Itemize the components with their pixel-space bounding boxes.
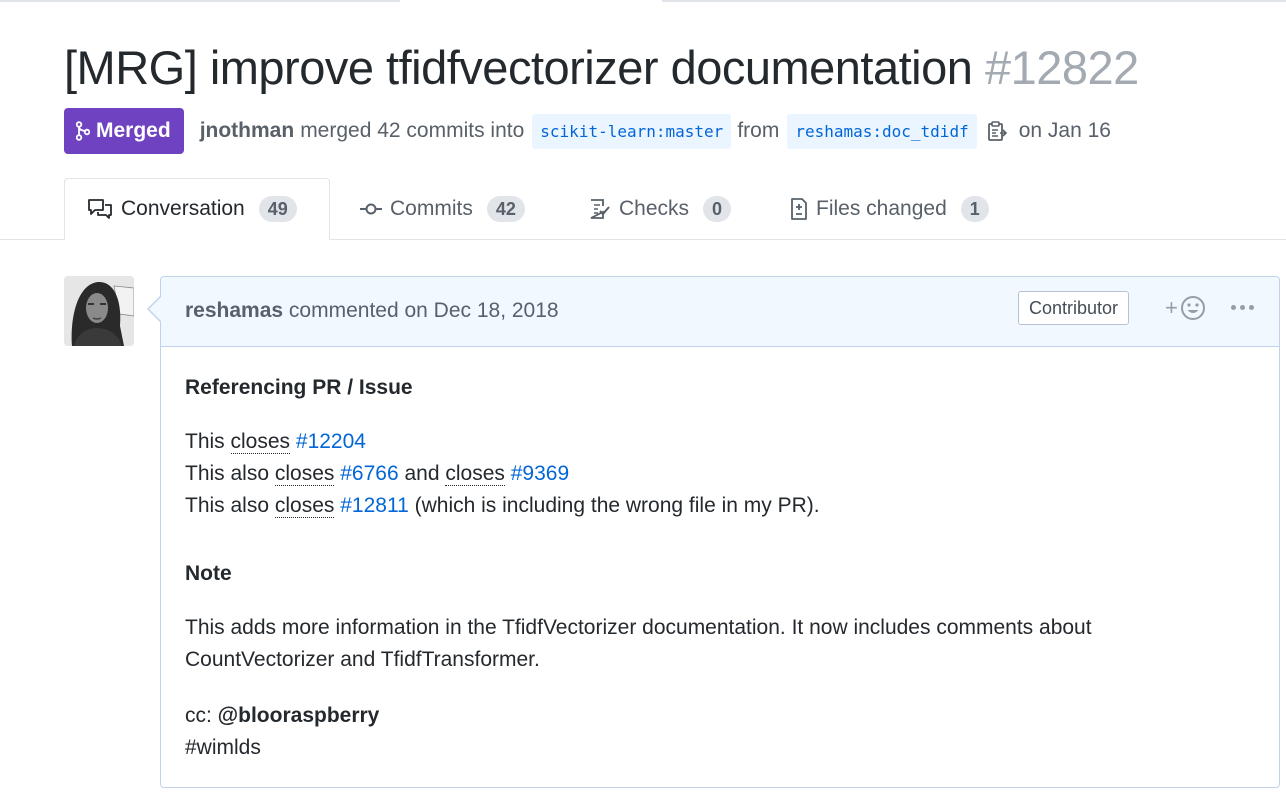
user-mention[interactable]: @blooraspberry bbox=[218, 704, 380, 727]
tab-checks-label: Checks bbox=[619, 197, 690, 220]
line3-prefix: This also bbox=[185, 494, 275, 517]
closes-keyword: closes bbox=[274, 462, 335, 486]
heading-referencing: Referencing PR / Issue bbox=[185, 376, 413, 399]
comment-meta: reshamas commented on Dec 18, 2018 bbox=[185, 299, 559, 323]
pr-title: [MRG] improve tfidfvectorizer documentat… bbox=[64, 40, 1139, 95]
comment-box: reshamas commented on Dec 18, 2018 Contr… bbox=[147, 276, 1280, 788]
base-branch[interactable]: scikit-learn:master bbox=[532, 113, 732, 149]
tab-conversation-label: Conversation bbox=[121, 197, 245, 220]
tab-files-changed[interactable]: Files changed 1 bbox=[790, 178, 989, 240]
tab-conversation-count: 49 bbox=[258, 196, 297, 222]
line2-and: and bbox=[398, 462, 446, 485]
tab-commits-count: 42 bbox=[486, 196, 525, 222]
merged-label: Merged bbox=[96, 119, 171, 142]
issue-link-12204[interactable]: #12204 bbox=[296, 430, 366, 453]
file-diff-icon bbox=[791, 198, 807, 220]
comment-body: Referencing PR / Issue This closes #1220… bbox=[185, 372, 1092, 764]
git-commit-icon bbox=[360, 203, 382, 215]
more-options-icon[interactable] bbox=[1231, 305, 1254, 310]
tab-checks[interactable]: Checks 0 bbox=[589, 178, 732, 240]
merged-date: on Jan 16 bbox=[1018, 119, 1111, 142]
checklist-icon bbox=[590, 199, 610, 219]
pr-meta: Merged jnothman merged 42 commits into s… bbox=[64, 108, 1111, 154]
body-line-2: This also closes #6766 and closes #9369 bbox=[185, 458, 1092, 490]
smiley-icon bbox=[1180, 296, 1205, 320]
from-text: from bbox=[737, 119, 780, 142]
head-branch[interactable]: reshamas:doc_tdidf bbox=[787, 113, 977, 149]
closes-keyword: closes bbox=[274, 494, 335, 518]
clipboard-icon[interactable] bbox=[987, 120, 1007, 142]
pr-number: #12822 bbox=[984, 41, 1139, 94]
issue-link-6766[interactable]: #6766 bbox=[340, 462, 398, 485]
merged-by-user[interactable]: jnothman bbox=[200, 119, 295, 143]
issue-link-9369[interactable]: #9369 bbox=[511, 462, 569, 485]
pr-title-text: [MRG] improve tfidfvectorizer documentat… bbox=[64, 41, 973, 94]
note-paragraph-line-1: This adds more information in the TfidfV… bbox=[185, 616, 1092, 639]
heading-note: Note bbox=[185, 562, 232, 585]
closes-keyword: closes bbox=[230, 430, 291, 454]
line1-prefix: This bbox=[185, 430, 231, 453]
tab-files-changed-label: Files changed bbox=[816, 197, 947, 220]
tab-commits-label: Commits bbox=[390, 197, 473, 220]
cc-line: cc: @blooraspberry bbox=[185, 700, 1092, 732]
merged-badge: Merged bbox=[64, 108, 184, 154]
add-reaction-button[interactable]: + bbox=[1165, 295, 1206, 321]
merged-text: merged 42 commits into bbox=[300, 119, 525, 142]
closes-keyword: closes bbox=[445, 462, 505, 486]
body-line-3: This also closes #12811 (which is includ… bbox=[185, 490, 1092, 522]
tab-checks-count: 0 bbox=[703, 196, 732, 222]
line2-prefix: This also bbox=[185, 462, 275, 485]
body-line-1: This closes #12204 bbox=[185, 426, 1092, 458]
contributor-badge: Contributor bbox=[1018, 291, 1130, 325]
avatar[interactable] bbox=[64, 276, 134, 346]
top-border bbox=[0, 0, 1286, 2]
comment-header: reshamas commented on Dec 18, 2018 Contr… bbox=[161, 277, 1279, 347]
tab-commits[interactable]: Commits 42 bbox=[360, 178, 525, 240]
comment-action[interactable]: commented on Dec 18, 2018 bbox=[289, 299, 559, 322]
hashtag: #wimlds bbox=[185, 736, 261, 759]
line3-suffix: (which is including the wrong file in my… bbox=[408, 494, 820, 517]
pr-tabs: Conversation 49 Commits 42 Checks 0 File… bbox=[0, 178, 1286, 240]
tab-conversation[interactable]: Conversation 49 bbox=[64, 178, 330, 240]
cc-label: cc: bbox=[185, 704, 218, 727]
comment-discussion-icon bbox=[88, 199, 112, 219]
tab-files-changed-count: 1 bbox=[960, 196, 989, 222]
note-paragraph-line-2: CountVectorizer and TfidfTransformer. bbox=[185, 648, 540, 671]
comment-author[interactable]: reshamas bbox=[185, 299, 283, 322]
add-reaction-plus: + bbox=[1165, 295, 1178, 320]
git-merge-icon bbox=[76, 121, 90, 141]
issue-link-12811[interactable]: #12811 bbox=[340, 494, 409, 517]
